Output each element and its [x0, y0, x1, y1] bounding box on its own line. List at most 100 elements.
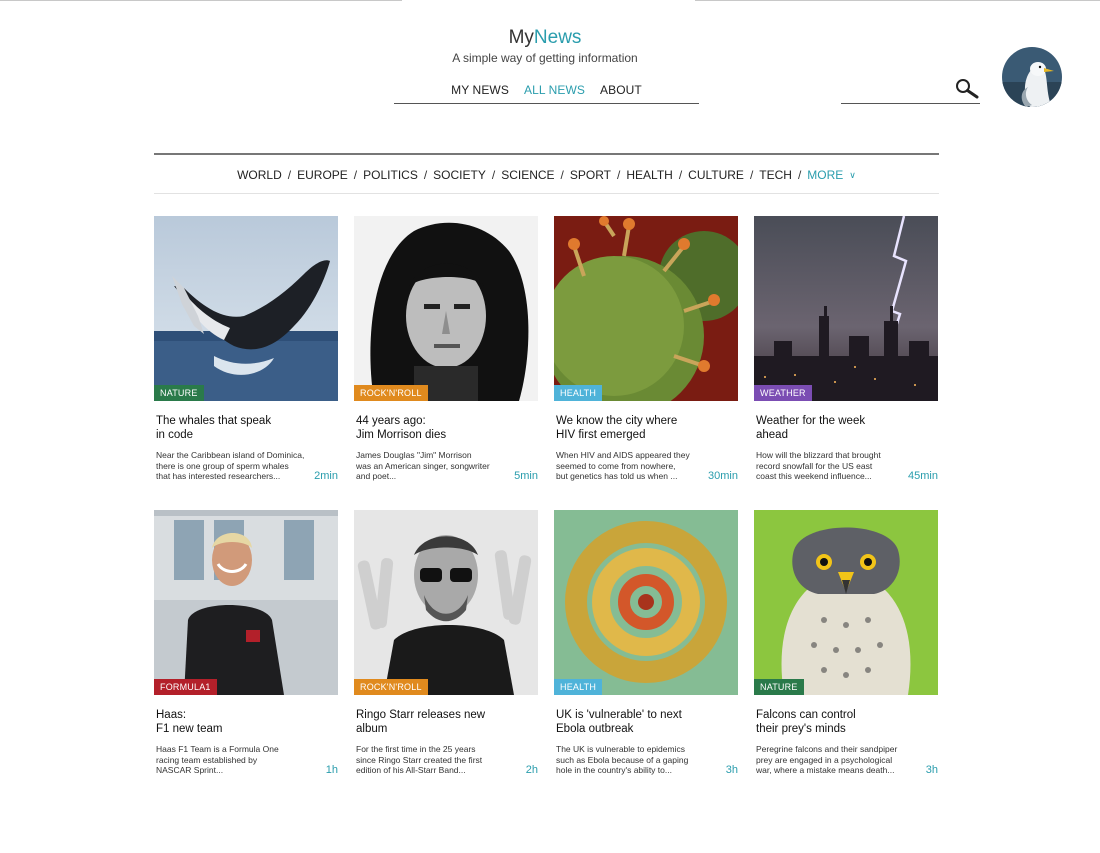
article-card[interactable]: NATURE The whales that speak in code Near… — [154, 216, 338, 496]
excerpt-line: record snowfall for the US east — [756, 460, 873, 471]
title-line: album — [356, 723, 388, 735]
user-avatar[interactable] — [1002, 47, 1062, 107]
article-read-time: 3h — [925, 764, 938, 776]
excerpt-line: coast this weekend influence... — [756, 471, 872, 481]
excerpt-line: When HIV and AIDS appeared they — [556, 450, 690, 460]
article-read-time: 2h — [525, 764, 538, 776]
article-title: We know the city where HIV first emerged — [554, 414, 694, 442]
article-card[interactable]: HEALTH We know the city where HIV first e… — [554, 216, 738, 496]
article-image-man: FORMULA1 — [154, 510, 338, 695]
article-card[interactable]: ROCK'N'ROLL Ringo Starr releases new albu… — [354, 510, 538, 790]
article-excerpt: When HIV and AIDS appeared they seemed to… — [554, 450, 706, 482]
title-line: in code — [156, 429, 194, 441]
article-card[interactable]: ROCK'N'ROLL 44 years ago: Jim Morrison di… — [354, 216, 538, 496]
logo-text-news: News — [533, 27, 582, 48]
separator: / — [491, 168, 496, 182]
title-line: We know the city where — [556, 415, 678, 427]
article-excerpt: The UK is vulnerable to epidemics such as… — [554, 744, 706, 776]
article-grid: NATURE The whales that speak in code Near… — [154, 216, 939, 790]
search-input[interactable] — [841, 80, 949, 100]
nav-all-news[interactable]: ALL NEWS — [524, 83, 585, 103]
article-excerpt: James Douglas "Jim" Morrison was an Ameri… — [354, 450, 506, 482]
article-excerpt: Haas F1 Team is a Formula One racing team… — [154, 744, 306, 776]
separator: / — [617, 168, 621, 182]
excerpt-line: Peregrine falcons and their sandpiper — [756, 744, 898, 754]
article-image-peace: ROCK'N'ROLL — [354, 510, 538, 695]
separator: / — [678, 168, 683, 182]
category-society[interactable]: SOCIETY — [433, 168, 486, 182]
search-box — [841, 76, 980, 104]
category-health[interactable]: HEALTH — [626, 168, 672, 182]
site-tagline: A simple way of getting information — [452, 51, 638, 65]
excerpt-line: was an American singer, songwriter — [356, 460, 490, 471]
article-card[interactable]: NATURE Falcons can control their prey's m… — [754, 510, 938, 790]
article-image-lightning: WEATHER — [754, 216, 938, 401]
article-title: Ringo Starr releases new album — [354, 708, 494, 736]
title-line: Ebola outbreak — [556, 723, 634, 735]
category-badge: WEATHER — [754, 385, 812, 401]
excerpt-line: war, where a mistake means death... — [756, 765, 895, 775]
title-line: HIV first emerged — [556, 429, 646, 441]
article-title: 44 years ago: Jim Morrison dies — [354, 414, 494, 442]
article-excerpt: For the first time in the 25 years since … — [354, 744, 506, 776]
site-logo[interactable]: MyNews — [0, 27, 1090, 49]
logo-text-my: My — [508, 27, 534, 48]
category-list: WORLD / EUROPE / POLITICS / SOCIETY / SCIENC… — [237, 168, 856, 182]
article-excerpt: Peregrine falcons and their sandpiper pre… — [754, 744, 906, 776]
article-read-time: 2min — [314, 470, 338, 482]
excerpt-line: and poet... — [356, 471, 397, 481]
article-title: UK is 'vulnerable' to next Ebola outbreak — [554, 708, 694, 736]
category-badge: ROCK'N'ROLL — [354, 385, 428, 401]
separator: / — [287, 168, 292, 182]
category-tech[interactable]: TECH — [759, 168, 792, 182]
article-title: The whales that speak in code — [154, 414, 294, 442]
article-card[interactable]: WEATHER Weather for the week ahead How wi… — [754, 216, 938, 496]
article-read-time: 45min — [908, 470, 938, 482]
category-world[interactable]: WORLD — [237, 168, 282, 182]
article-excerpt: How will the blizzard that brought record… — [754, 450, 906, 482]
excerpt-line: How will the blizzard that brought — [756, 450, 881, 460]
seagull-avatar-image — [1002, 47, 1062, 107]
category-europe[interactable]: EUROPE — [297, 168, 348, 182]
excerpt-line: edition of his All-Starr Band... — [356, 765, 466, 775]
article-card[interactable]: HEALTH UK is 'vulnerable' to next Ebola o… — [554, 510, 738, 790]
excerpt-line: Haas F1 Team is a Formula One — [156, 744, 279, 754]
top-divider-right — [695, 0, 1100, 1]
nav-my-news[interactable]: MY NEWS — [451, 83, 509, 103]
article-image-portrait: ROCK'N'ROLL — [354, 216, 538, 401]
title-line: Falcons can control — [756, 709, 856, 721]
excerpt-line: hole in the country's ability to... — [556, 765, 672, 775]
excerpt-line: there is one group of sperm whales — [156, 460, 289, 471]
nav-about[interactable]: ABOUT — [600, 83, 642, 103]
excerpt-line: James Douglas "Jim" Morrison — [356, 450, 472, 460]
chevron-down-icon[interactable]: ∨ — [849, 170, 856, 181]
article-image-whale: NATURE — [154, 216, 338, 401]
separator: / — [560, 168, 564, 182]
excerpt-line: seemed to come from nowhere, — [556, 460, 676, 471]
category-sport[interactable]: SPORT — [570, 168, 611, 182]
article-read-time: 3h — [725, 764, 738, 776]
title-line: The whales that speak — [156, 415, 272, 427]
top-divider-left — [0, 0, 402, 1]
main-nav: MY NEWS ALL NEWS ABOUT — [394, 83, 699, 104]
category-culture[interactable]: CULTURE — [688, 168, 744, 182]
category-more[interactable]: MORE — [807, 168, 843, 182]
excerpt-line: but genetics has told us when ... — [556, 471, 678, 481]
category-science[interactable]: SCIENCE — [501, 168, 554, 182]
excerpt-line: racing team established by — [156, 754, 258, 765]
title-line: Ringo Starr releases new — [356, 709, 486, 721]
article-card[interactable]: FORMULA1 Haas: F1 new team Haas F1 Team i… — [154, 510, 338, 790]
category-politics[interactable]: POLITICS — [363, 168, 418, 182]
excerpt-line: NASCAR Sprint... — [156, 765, 224, 775]
title-line: Weather for the week — [756, 415, 866, 427]
article-read-time: 5min — [514, 470, 538, 482]
article-title: Falcons can control their prey's minds — [754, 708, 894, 736]
article-read-time: 1h — [325, 764, 338, 776]
search-icon[interactable] — [954, 78, 980, 100]
title-line: ahead — [756, 429, 788, 441]
category-badge: ROCK'N'ROLL — [354, 679, 428, 695]
article-image-ebola: HEALTH — [554, 510, 738, 695]
title-line: Jim Morrison dies — [356, 429, 447, 441]
article-title: Haas: F1 new team — [154, 708, 294, 736]
separator: / — [423, 168, 428, 182]
